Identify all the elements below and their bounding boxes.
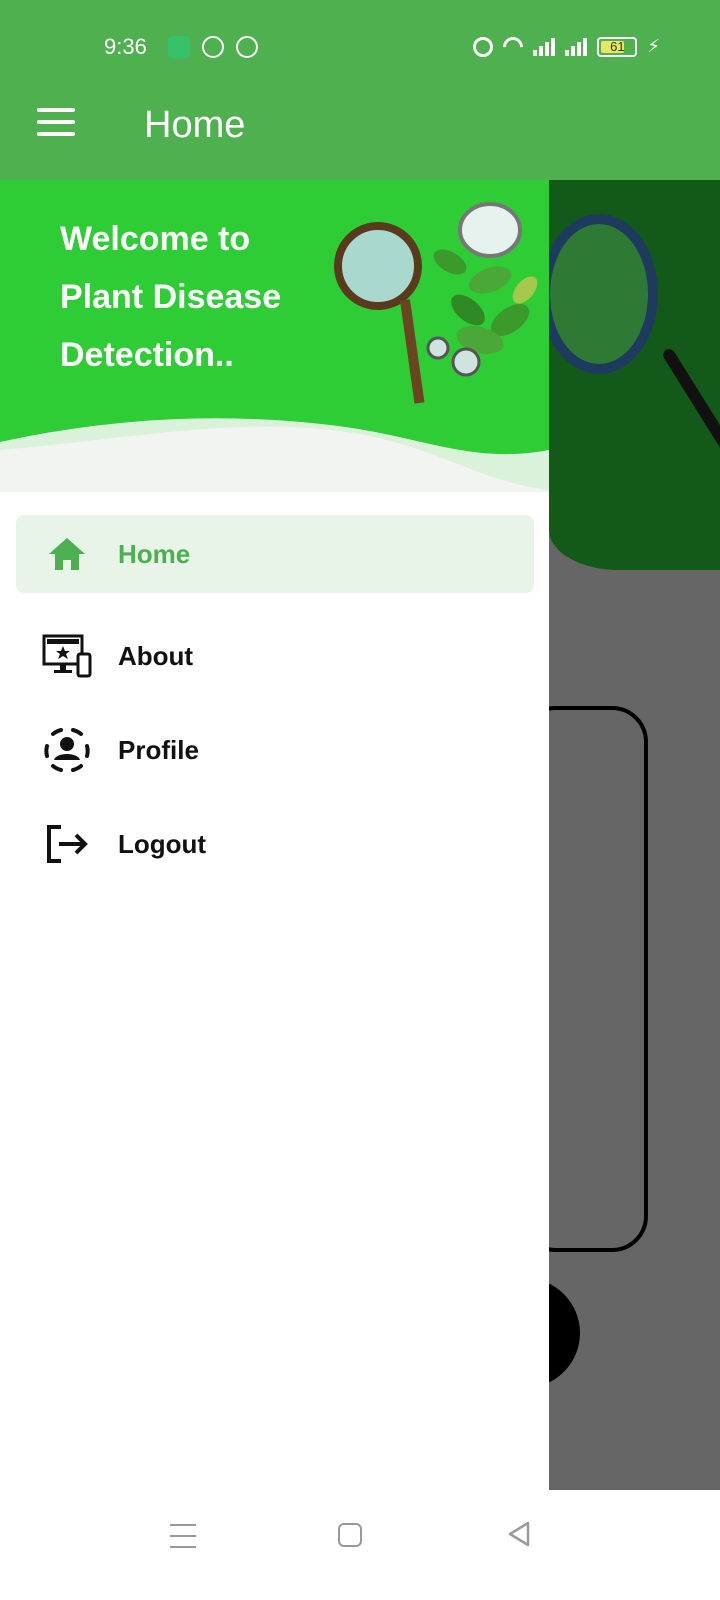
drawer-item-about[interactable]: About	[0, 609, 549, 703]
page-title: Home	[144, 104, 246, 146]
signal-icon	[533, 37, 556, 56]
alarm-icon	[473, 36, 494, 57]
battery-level: 61	[610, 38, 625, 54]
chrome-icon	[236, 36, 258, 58]
drawer-item-profile[interactable]: Profile	[0, 703, 549, 797]
magnifier-illustration	[540, 214, 658, 374]
drawer-item-label: Logout	[118, 828, 207, 859]
drawer-item-logout[interactable]: Logout	[0, 797, 549, 891]
drawer-item-label: Profile	[118, 734, 199, 765]
home-icon	[42, 529, 92, 579]
drawer-item-label: About	[118, 640, 194, 671]
battery-icon: 61	[597, 36, 638, 57]
system-nav-bar	[0, 1490, 720, 1600]
wifi-icon	[499, 32, 528, 61]
home-square-icon[interactable]	[338, 1523, 362, 1547]
welcome-text: Welcome to Plant Disease Detection..	[60, 210, 330, 384]
navigation-drawer: Welcome to Plant Disease Detection.. Hom…	[0, 180, 549, 1490]
status-system-icons: 61 ⚡	[473, 32, 660, 61]
status-app-icons	[168, 36, 258, 58]
back-triangle-icon[interactable]	[506, 1520, 532, 1553]
drawer-item-label: Home	[118, 538, 191, 569]
bus-icon	[202, 36, 224, 58]
welcome-line-3: Detection..	[60, 336, 234, 374]
welcome-line-2: Plant Disease	[60, 278, 282, 316]
logout-icon	[42, 819, 92, 869]
signal-icon-2	[565, 37, 588, 56]
app-notification-icon	[168, 36, 190, 58]
charging-icon: ⚡	[647, 36, 660, 56]
drawer-header: Welcome to Plant Disease Detection..	[0, 180, 549, 492]
recents-icon[interactable]	[170, 1524, 196, 1557]
profile-icon	[42, 725, 92, 775]
app-bar: Home	[0, 90, 720, 180]
status-time: 9:36	[104, 34, 147, 59]
status-bar: 9:36 61 ⚡	[0, 0, 720, 90]
welcome-line-1: Welcome to	[60, 220, 251, 258]
drawer-menu: Home About Profile Logout	[0, 515, 549, 891]
devices-icon	[42, 631, 92, 681]
hamburger-menu-icon[interactable]	[37, 108, 75, 138]
magnifier-plant-illustration	[334, 202, 538, 404]
drawer-item-home[interactable]: Home	[16, 515, 534, 593]
